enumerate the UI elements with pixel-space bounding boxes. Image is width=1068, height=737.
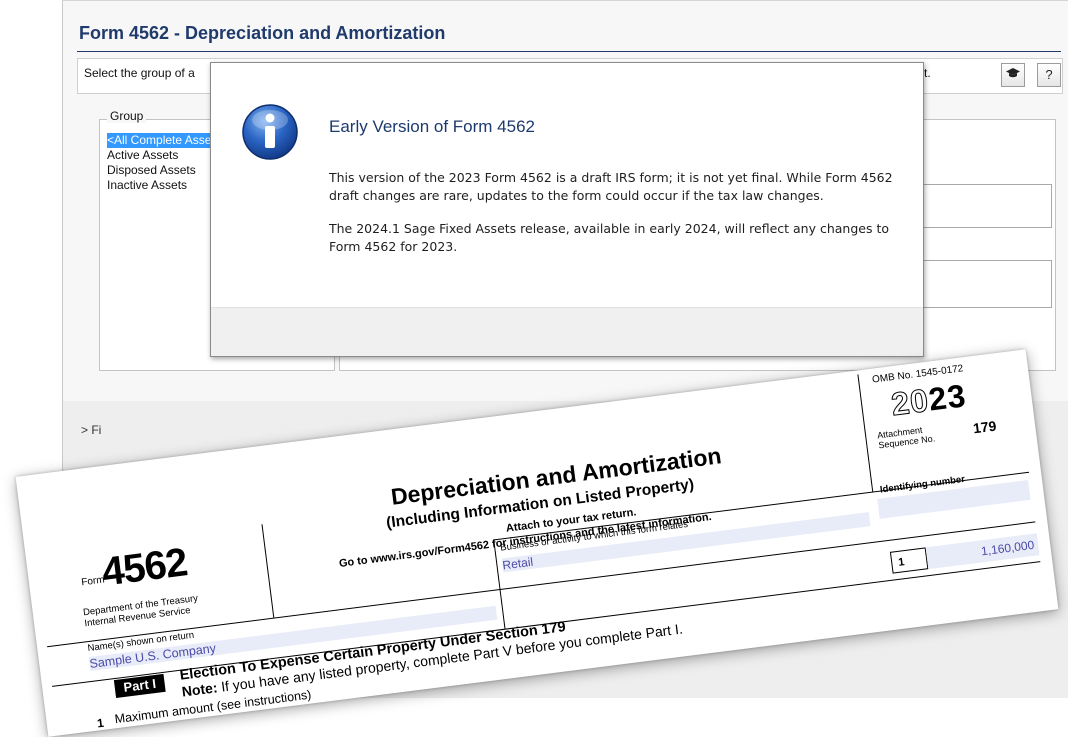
dialog-message-1: This version of the 2023 Form 4562 is a …: [329, 170, 893, 203]
learn-button[interactable]: [1001, 63, 1025, 87]
attachment-sequence-label: Attachment Sequence No.: [877, 423, 936, 451]
group-label: Group: [107, 109, 147, 123]
group-item-inactive-assets[interactable]: Inactive Assets: [107, 178, 217, 193]
group-item-disposed-assets[interactable]: Disposed Assets: [107, 163, 217, 178]
sequence-number: 179: [972, 417, 998, 437]
form-word: Form: [80, 574, 106, 589]
divider: [261, 524, 275, 618]
expander-label[interactable]: > Fi: [81, 423, 101, 437]
graduation-cap-icon: [1005, 67, 1021, 82]
tax-year: 2023: [889, 377, 969, 423]
form-number: 4562: [99, 540, 190, 595]
selection-field-1[interactable]: [920, 184, 1052, 228]
divider: [857, 374, 874, 492]
selection-field-2[interactable]: [920, 260, 1052, 308]
info-icon: [241, 103, 299, 161]
tax-year-suffix: 23: [926, 377, 969, 418]
dialog-message-2: The 2024.1 Sage Fixed Assets release, av…: [329, 221, 889, 254]
dialog-footer: [211, 307, 923, 356]
page-title: Form 4562 - Depreciation and Amortizatio…: [79, 23, 446, 43]
group-listbox[interactable]: <All Complete Assets> Active Assets Disp…: [107, 133, 217, 193]
early-version-dialog: Early Version of Form 4562 This version …: [210, 62, 924, 357]
instruction-text: Select the group of a: [84, 66, 195, 80]
group-item-all-complete-assets[interactable]: <All Complete Assets>: [107, 133, 215, 148]
line-1-number: 1: [96, 715, 105, 731]
department-label: Department of the Treasury Internal Reve…: [82, 593, 199, 629]
title-divider: [77, 51, 1061, 52]
help-button[interactable]: ?: [1037, 63, 1061, 87]
line-1-box: 1: [889, 547, 929, 574]
group-item-active-assets[interactable]: Active Assets: [107, 148, 217, 163]
dialog-title: Early Version of Form 4562: [329, 117, 535, 136]
tax-year-prefix: 20: [889, 381, 932, 423]
